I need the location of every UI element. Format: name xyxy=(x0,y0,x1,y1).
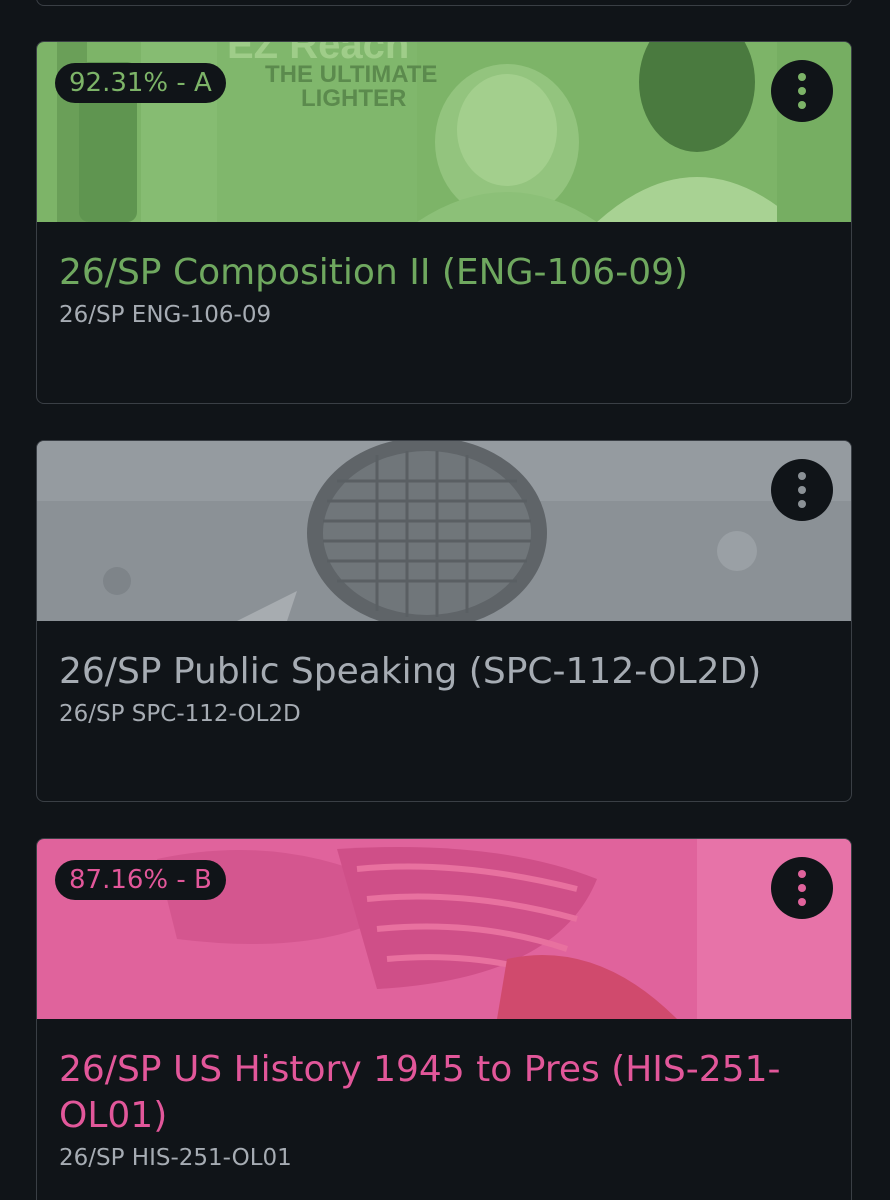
course-title[interactable]: 26/SP US History 1945 to Pres (HIS-251-O… xyxy=(59,1047,829,1139)
grade-badge: 87.16% - B xyxy=(55,860,226,900)
course-title[interactable]: 26/SP Public Speaking (SPC-112-OL2D) xyxy=(59,649,829,695)
more-vertical-icon xyxy=(798,472,806,508)
course-code: 26/SP HIS-251-OL01 xyxy=(59,1145,292,1171)
course-card[interactable]: 26/SP Public Speaking (SPC-112-OL2D) 26/… xyxy=(36,440,852,802)
grade-badge: 92.31% - A xyxy=(55,63,226,103)
course-code: 26/SP ENG-106-09 xyxy=(59,302,272,328)
course-code: 26/SP SPC-112-OL2D xyxy=(59,701,301,727)
course-card[interactable]: EZ Reach THE ULTIMATE LIGHTER 92.31% - A… xyxy=(36,41,852,404)
course-image[interactable] xyxy=(37,441,851,621)
more-options-button[interactable] xyxy=(771,857,833,919)
grade-text: 87.16% - B xyxy=(69,865,212,895)
more-vertical-icon xyxy=(798,870,806,906)
course-card-previous[interactable] xyxy=(36,0,852,6)
ad-headline-1: THE ULTIMATE xyxy=(265,61,437,88)
more-options-button[interactable] xyxy=(771,60,833,122)
more-vertical-icon xyxy=(798,73,806,109)
course-image-art xyxy=(37,441,851,621)
course-list: EZ Reach THE ULTIMATE LIGHTER 92.31% - A… xyxy=(0,0,890,1200)
ad-headline-2: LIGHTER xyxy=(301,85,406,112)
grade-text: 92.31% - A xyxy=(69,68,212,98)
course-image[interactable]: 87.16% - B xyxy=(37,839,851,1019)
course-title[interactable]: 26/SP Composition II (ENG-106-09) xyxy=(59,250,829,296)
more-options-button[interactable] xyxy=(771,459,833,521)
course-card[interactable]: 87.16% - B 26/SP US History 1945 to Pres… xyxy=(36,838,852,1200)
course-image[interactable]: EZ Reach THE ULTIMATE LIGHTER 92.31% - A xyxy=(37,42,851,222)
